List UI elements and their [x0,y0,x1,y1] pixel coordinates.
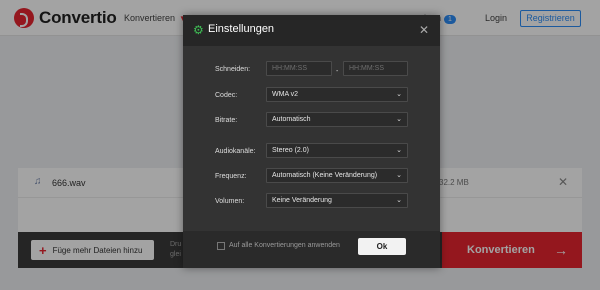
volume-label: Volumen: [215,198,245,205]
modal-title: Einstellungen [208,23,275,35]
apply-all-label[interactable]: Auf alle Konvertierungen anwenden [229,242,340,249]
codec-value: WMA v2 [272,91,299,98]
channels-value: Stereo (2.0) [272,147,309,154]
gear-icon: ⚙ [193,23,204,37]
channels-label: Audiokanäle: [215,148,256,155]
volume-select[interactable]: Keine Veränderung ⌄ [266,193,408,208]
bitrate-value: Automatisch [272,116,311,123]
close-icon[interactable]: ✕ [419,23,429,37]
cut-end-input[interactable]: HH:MM:SS [343,61,408,76]
frequency-value: Automatisch (Keine Veränderung) [272,172,378,179]
frequency-label: Frequenz: [215,173,247,180]
modal-header: ⚙ Einstellungen ✕ [183,15,440,46]
chevron-down-icon: ⌄ [396,116,402,123]
chevron-down-icon: ⌄ [396,147,402,154]
frequency-select[interactable]: Automatisch (Keine Veränderung) ⌄ [266,168,408,183]
ok-button[interactable]: Ok [358,238,406,255]
settings-modal: ⚙ Einstellungen ✕ Schneiden: HH:MM:SS - … [183,15,440,268]
bitrate-label: Bitrate: [215,117,238,124]
channels-select[interactable]: Stereo (2.0) ⌄ [266,143,408,158]
cut-start-input[interactable]: HH:MM:SS [266,61,332,76]
chevron-down-icon: ⌄ [396,91,402,98]
cut-separator: - [336,68,339,75]
modal-footer: Auf alle Konvertierungen anwenden Ok [183,231,440,268]
codec-select[interactable]: WMA v2 ⌄ [266,87,408,102]
chevron-down-icon: ⌄ [396,197,402,204]
cut-label: Schneiden: [215,66,251,73]
bitrate-select[interactable]: Automatisch ⌄ [266,112,408,127]
codec-label: Codec: [215,92,238,99]
volume-value: Keine Veränderung [272,197,332,204]
apply-all-checkbox[interactable] [217,242,225,250]
chevron-down-icon: ⌄ [396,172,402,179]
